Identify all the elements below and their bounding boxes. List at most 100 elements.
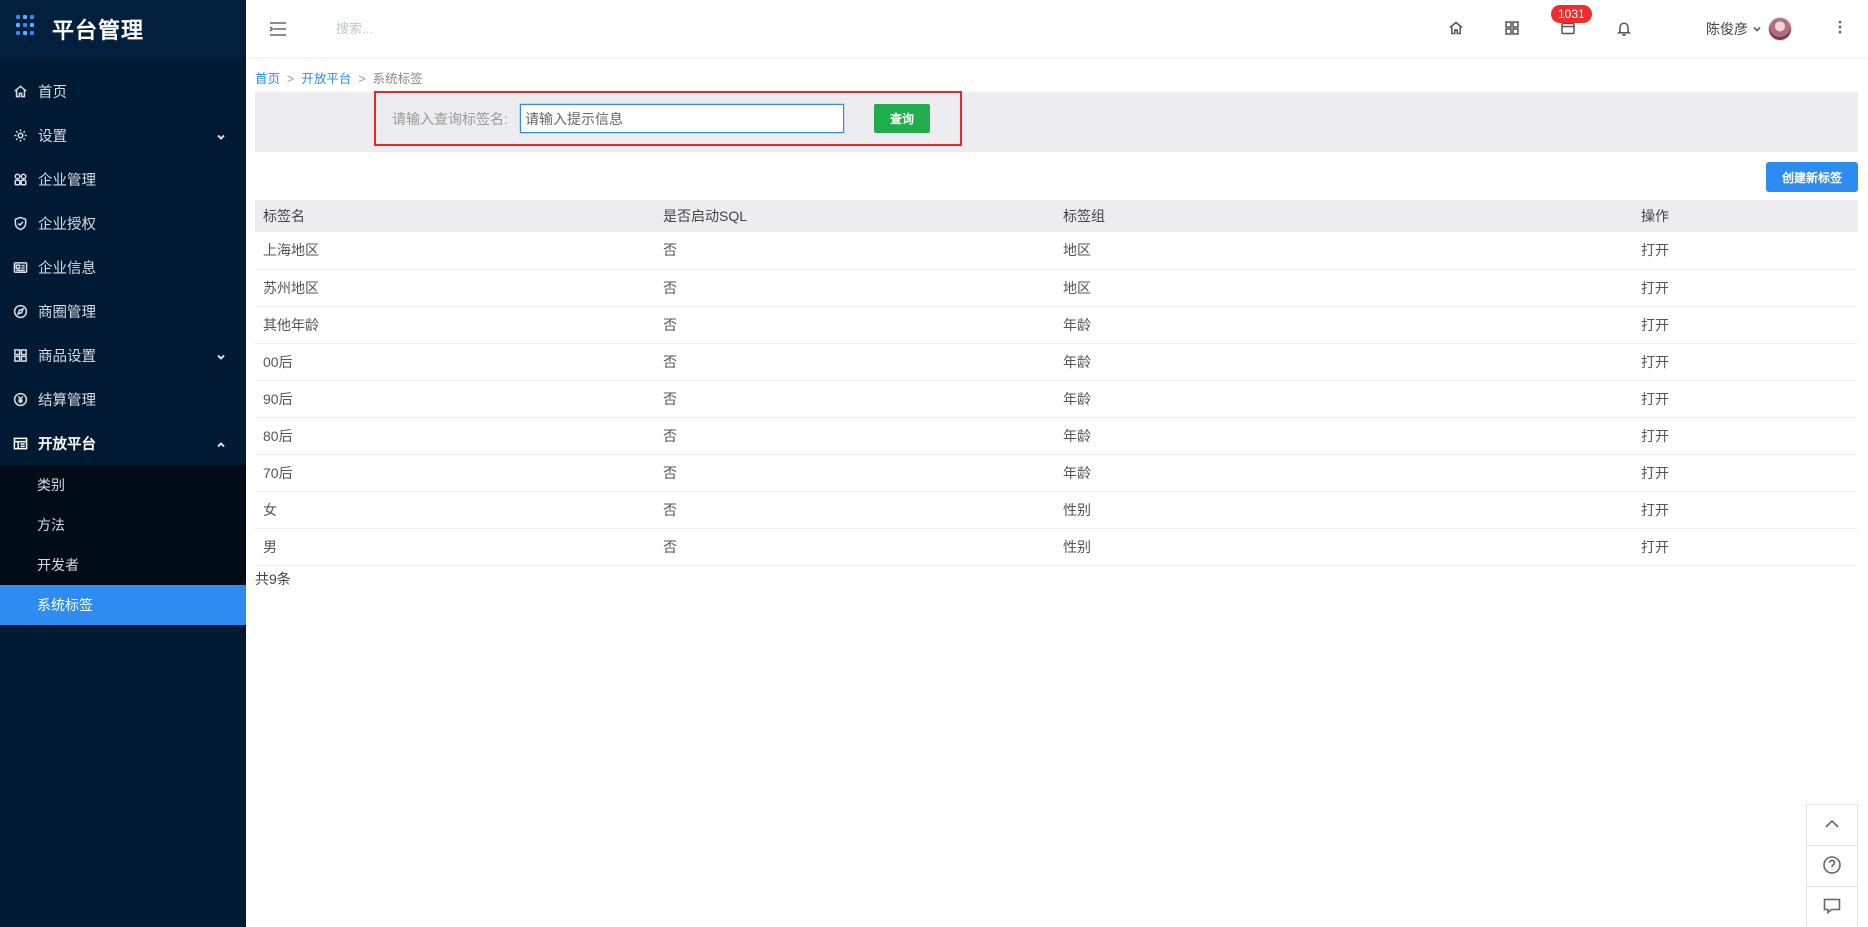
sidebar-item-settings[interactable]: 设置	[0, 113, 246, 157]
column-header-sql-enabled: 是否启动SQL	[663, 208, 748, 224]
bell-icon[interactable]	[1616, 20, 1634, 38]
open-link[interactable]: 打开	[1633, 343, 1858, 380]
cell-tag-name: 70后	[263, 464, 293, 481]
sidebar-item-label: 企业管理	[38, 172, 96, 189]
notification-badge: 1031	[1551, 4, 1592, 23]
chevron-up-icon	[1822, 814, 1842, 837]
column-header-tag-group: 标签组	[1063, 208, 1105, 224]
cell-sql-enabled: 否	[663, 501, 677, 518]
table-row: 00后 否 年龄 打开	[255, 343, 1858, 380]
submenu-item-category[interactable]: 类别	[0, 465, 246, 505]
brand[interactable]: 平台管理	[0, 0, 246, 57]
more-vertical-icon[interactable]	[1838, 20, 1842, 37]
id-card-icon	[12, 259, 28, 275]
breadcrumb-home[interactable]: 首页	[255, 72, 280, 86]
table-row: 上海地区 否 地区 打开	[255, 232, 1858, 269]
sidebar: 平台管理 首页 设置 企业管理 企业授权 企业信息 商圈管理 商品设置 结算管理…	[0, 0, 246, 927]
open-link[interactable]: 打开	[1633, 269, 1858, 306]
sidebar-item-product-settings[interactable]: 商品设置	[0, 333, 246, 377]
sidebar-item-label: 首页	[38, 84, 67, 101]
cell-tag-name: 上海地区	[263, 242, 319, 259]
create-tag-button[interactable]: 创建新标签	[1766, 162, 1858, 192]
sidebar-item-open-platform[interactable]: 开放平台	[0, 421, 246, 465]
cell-sql-enabled: 否	[663, 316, 677, 333]
table-row: 80后 否 年龄 打开	[255, 417, 1858, 454]
cell-tag-group: 性别	[1063, 501, 1091, 518]
back-to-top-button[interactable]	[1807, 805, 1857, 846]
grid-icon	[12, 347, 28, 363]
table-row: 70后 否 年龄 打开	[255, 454, 1858, 491]
cell-tag-group: 地区	[1063, 242, 1091, 259]
open-link[interactable]: 打开	[1633, 491, 1858, 528]
cell-tag-name: 80后	[263, 427, 293, 444]
cell-tag-name: 女	[263, 501, 277, 518]
table-row: 男 否 性别 打开	[255, 528, 1858, 565]
logo-icon	[16, 14, 38, 37]
chevron-up-icon	[216, 438, 226, 448]
sidebar-item-home[interactable]: 首页	[0, 69, 246, 113]
sidebar-menu: 首页 设置 企业管理 企业授权 企业信息 商圈管理 商品设置 结算管理 开放平台	[0, 57, 246, 465]
cell-tag-name: 90后	[263, 390, 293, 407]
breadcrumb-parent[interactable]: 开放平台	[301, 72, 351, 86]
submenu-item-method[interactable]: 方法	[0, 505, 246, 545]
breadcrumb: 首页 > 开放平台 > 系统标签	[255, 68, 1858, 86]
cell-tag-group: 年龄	[1063, 464, 1091, 481]
open-link[interactable]: 打开	[1633, 306, 1858, 343]
menu-toggle-icon[interactable]	[268, 21, 288, 37]
cell-tag-name: 苏州地区	[263, 279, 319, 296]
table-icon	[12, 435, 28, 451]
tag-name-filter-label: 请输入查询标签名:	[392, 110, 508, 127]
column-header-tag-name: 标签名	[263, 208, 305, 224]
sidebar-item-enterprise-authorization[interactable]: 企业授权	[0, 201, 246, 245]
submenu-item-developer[interactable]: 开发者	[0, 545, 246, 585]
query-button[interactable]: 查询	[874, 104, 930, 133]
home-icon	[12, 83, 28, 99]
sidebar-item-label: 商圈管理	[38, 304, 96, 321]
open-link[interactable]: 打开	[1633, 417, 1858, 454]
table-row: 苏州地区 否 地区 打开	[255, 269, 1858, 306]
sidebar-item-label: 商品设置	[38, 348, 96, 365]
message-icon[interactable]: 1031	[1551, 4, 1592, 38]
total-count: 共9条	[255, 570, 291, 587]
cell-sql-enabled: 否	[663, 464, 677, 481]
grid-icon[interactable]	[1504, 20, 1522, 38]
submenu-item-system-tags[interactable]: 系统标签	[0, 585, 246, 625]
floating-toolbar	[1806, 804, 1858, 927]
sidebar-item-label: 结算管理	[38, 392, 96, 409]
feedback-button[interactable]	[1807, 887, 1857, 927]
open-platform-submenu: 类别 方法 开发者 系统标签	[0, 465, 246, 625]
table-row: 90后 否 年龄 打开	[255, 380, 1858, 417]
gear-icon	[12, 127, 28, 143]
open-link[interactable]: 打开	[1633, 528, 1858, 565]
breadcrumb-current: 系统标签	[372, 72, 423, 86]
table-header-row: 标签名 是否启动SQL 标签组 操作	[255, 200, 1858, 232]
chevron-down-icon	[216, 350, 226, 360]
sidebar-item-settlement[interactable]: 结算管理	[0, 377, 246, 421]
breadcrumb-separator: >	[358, 72, 366, 86]
cell-tag-name: 00后	[263, 353, 293, 370]
user-menu[interactable]: 陈俊彦	[1706, 16, 1792, 41]
tags-table: 标签名 是否启动SQL 标签组 操作 上海地区 否 地区 打开 苏州地区 否 地…	[255, 200, 1858, 566]
sidebar-item-enterprise-management[interactable]: 企业管理	[0, 157, 246, 201]
chat-icon	[1822, 896, 1842, 919]
open-link[interactable]: 打开	[1633, 232, 1858, 269]
tag-name-filter-input[interactable]	[520, 104, 844, 133]
sidebar-item-business-district[interactable]: 商圈管理	[0, 289, 246, 333]
apps-icon	[12, 171, 28, 187]
open-link[interactable]: 打开	[1633, 380, 1858, 417]
table-row: 其他年龄 否 年龄 打开	[255, 306, 1858, 343]
sidebar-item-enterprise-info[interactable]: 企业信息	[0, 245, 246, 289]
topbar: 1031 陈俊彦	[246, 0, 1868, 57]
table-row: 女 否 性别 打开	[255, 491, 1858, 528]
avatar[interactable]	[1768, 16, 1792, 41]
cell-tag-group: 年龄	[1063, 316, 1091, 333]
home-icon[interactable]	[1448, 20, 1466, 38]
cell-tag-group: 年龄	[1063, 427, 1091, 444]
shield-check-icon	[12, 215, 28, 231]
help-button[interactable]	[1807, 846, 1857, 887]
app-title: 平台管理	[52, 17, 145, 43]
chevron-down-icon	[1752, 21, 1762, 37]
question-circle-icon	[1822, 855, 1842, 878]
open-link[interactable]: 打开	[1633, 454, 1858, 491]
global-search-input[interactable]	[336, 21, 536, 36]
